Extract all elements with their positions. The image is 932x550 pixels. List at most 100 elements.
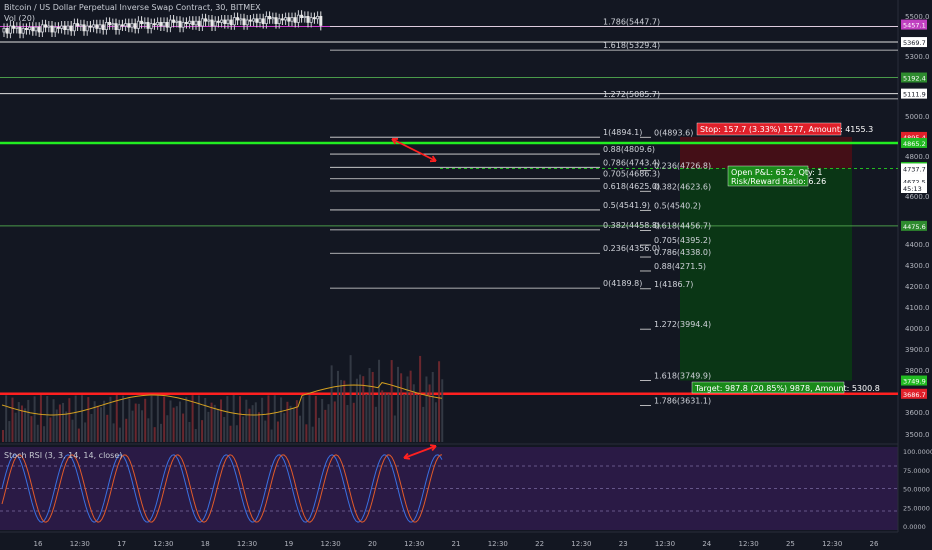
volume-bar-128 bbox=[406, 376, 409, 442]
candle-body-68 bbox=[220, 19, 224, 23]
volume-bar-135 bbox=[428, 384, 431, 442]
candle-body-84 bbox=[271, 17, 275, 20]
candle-body-63 bbox=[204, 18, 208, 22]
candle-body-78 bbox=[252, 18, 256, 22]
candle-body-82 bbox=[264, 15, 268, 24]
candle-body-56 bbox=[181, 21, 185, 28]
volume-bar-109 bbox=[346, 405, 349, 442]
volume-bar-21 bbox=[68, 398, 71, 442]
fib-top-label-1: 1.618(5329.4) bbox=[603, 41, 660, 50]
candle-body-19 bbox=[63, 25, 67, 30]
volume-bar-46 bbox=[147, 418, 150, 442]
candle-body-22 bbox=[72, 23, 76, 32]
candle-body-37 bbox=[120, 24, 124, 27]
volume-bar-22 bbox=[71, 419, 74, 442]
candle-body-62 bbox=[200, 18, 204, 27]
volume-bar-98 bbox=[311, 426, 314, 442]
volume-bar-41 bbox=[131, 410, 134, 442]
volume-bar-43 bbox=[137, 403, 140, 442]
fib-left-label-3: 0.705(4686.3) bbox=[603, 170, 660, 179]
volume-bar-40 bbox=[128, 398, 131, 442]
volume-bar-62 bbox=[197, 395, 200, 442]
volume-bar-115 bbox=[365, 393, 368, 442]
candle-body-86 bbox=[277, 18, 281, 24]
volume-bar-86 bbox=[273, 395, 276, 442]
candle-body-36 bbox=[117, 24, 121, 30]
volume-bar-124 bbox=[393, 415, 396, 442]
volume-bar-18 bbox=[58, 404, 61, 442]
candle-body-96 bbox=[309, 17, 313, 23]
volume-bar-2 bbox=[8, 421, 11, 442]
volume-bar-133 bbox=[422, 406, 425, 442]
price-badge-label-1: 5369.7 bbox=[903, 39, 926, 47]
y-tick-label-2: 5000.0 bbox=[905, 113, 930, 121]
x-tick-label-19: 12:30 bbox=[822, 540, 842, 548]
volume-bar-84 bbox=[267, 395, 270, 442]
fib-top-label-2: 1.272(5085.7) bbox=[603, 90, 660, 99]
candle-body-21 bbox=[69, 25, 73, 32]
volume-bar-80 bbox=[254, 402, 257, 442]
candle-body-91 bbox=[293, 17, 297, 23]
volume-bar-129 bbox=[409, 370, 412, 442]
volume-bar-61 bbox=[194, 429, 197, 442]
candle-body-7 bbox=[24, 27, 28, 30]
candle-body-42 bbox=[136, 20, 140, 29]
volume-bar-116 bbox=[368, 368, 371, 442]
candle-body-43 bbox=[140, 20, 144, 25]
candle-body-39 bbox=[127, 23, 131, 28]
volume-bar-97 bbox=[308, 395, 311, 442]
volume-bar-63 bbox=[201, 420, 204, 442]
rsi-tick-label-2: 50.0000 bbox=[903, 486, 930, 494]
fib-right-label-3: 0.5(4540.2) bbox=[654, 201, 701, 210]
x-tick-label-12: 22 bbox=[535, 540, 544, 548]
candle-body-46 bbox=[149, 23, 153, 29]
candle-body-88 bbox=[284, 17, 288, 21]
x-tick-label-1: 12:30 bbox=[70, 540, 90, 548]
volume-bar-39 bbox=[125, 418, 128, 442]
candle-body-67 bbox=[216, 20, 220, 23]
price-badge-label-2: 5192.4 bbox=[903, 75, 926, 83]
x-tick-label-18: 25 bbox=[786, 540, 795, 548]
candle-body-59 bbox=[191, 20, 195, 26]
volume-bar-79 bbox=[251, 405, 254, 442]
profit-target-zone bbox=[680, 168, 852, 381]
candle-body-85 bbox=[274, 17, 278, 25]
price-chart[interactable]: 1.786(5447.7) 1.618(5329.4) 1.272(5085.7) 1… bbox=[0, 0, 932, 550]
candle-body-73 bbox=[236, 17, 240, 21]
volume-bar-118 bbox=[374, 406, 377, 442]
candle-body-0 bbox=[2, 27, 6, 33]
volume-bar-103 bbox=[327, 404, 330, 442]
candle-body-64 bbox=[207, 19, 211, 22]
volume-bar-56 bbox=[178, 401, 181, 442]
candle-body-51 bbox=[165, 21, 169, 28]
volume-bar-108 bbox=[343, 380, 346, 442]
fib-left-label-0: 1(4894.1) bbox=[603, 128, 642, 137]
candle-body-49 bbox=[159, 21, 163, 27]
volume-bar-16 bbox=[52, 399, 55, 442]
candle-body-94 bbox=[303, 15, 307, 18]
candle-body-74 bbox=[239, 18, 243, 21]
volume-bar-92 bbox=[292, 408, 295, 442]
volume-bar-137 bbox=[434, 402, 437, 442]
pnl-label-text-0: Open P&L: 65.2, Qty: 1 bbox=[731, 168, 822, 177]
volume-bar-4 bbox=[14, 412, 17, 442]
volume-bar-34 bbox=[109, 396, 112, 442]
candle-body-75 bbox=[242, 18, 246, 26]
candle-body-71 bbox=[229, 19, 233, 26]
candle-body-98 bbox=[316, 15, 320, 20]
volume-bar-95 bbox=[302, 396, 305, 442]
volume-bar-77 bbox=[245, 399, 248, 442]
volume-bar-44 bbox=[141, 410, 144, 442]
volume-bar-114 bbox=[362, 376, 365, 442]
volume-bar-26 bbox=[84, 422, 87, 442]
volume-bar-38 bbox=[122, 395, 125, 442]
target-label-text-0: Target: 987.8 (20.85%) 9878, Amount: 530… bbox=[694, 384, 880, 393]
candle-body-24 bbox=[79, 24, 83, 27]
volume-bar-3 bbox=[11, 397, 14, 442]
candle-body-3 bbox=[12, 25, 16, 29]
volume-bar-100 bbox=[318, 417, 320, 442]
candle-body-26 bbox=[85, 25, 89, 32]
symbol-title: Bitcoin / US Dollar Perpetual Inverse Sw… bbox=[4, 3, 261, 12]
y-tick-label-3: 4800.0 bbox=[905, 153, 930, 161]
candle-body-13 bbox=[44, 24, 48, 28]
